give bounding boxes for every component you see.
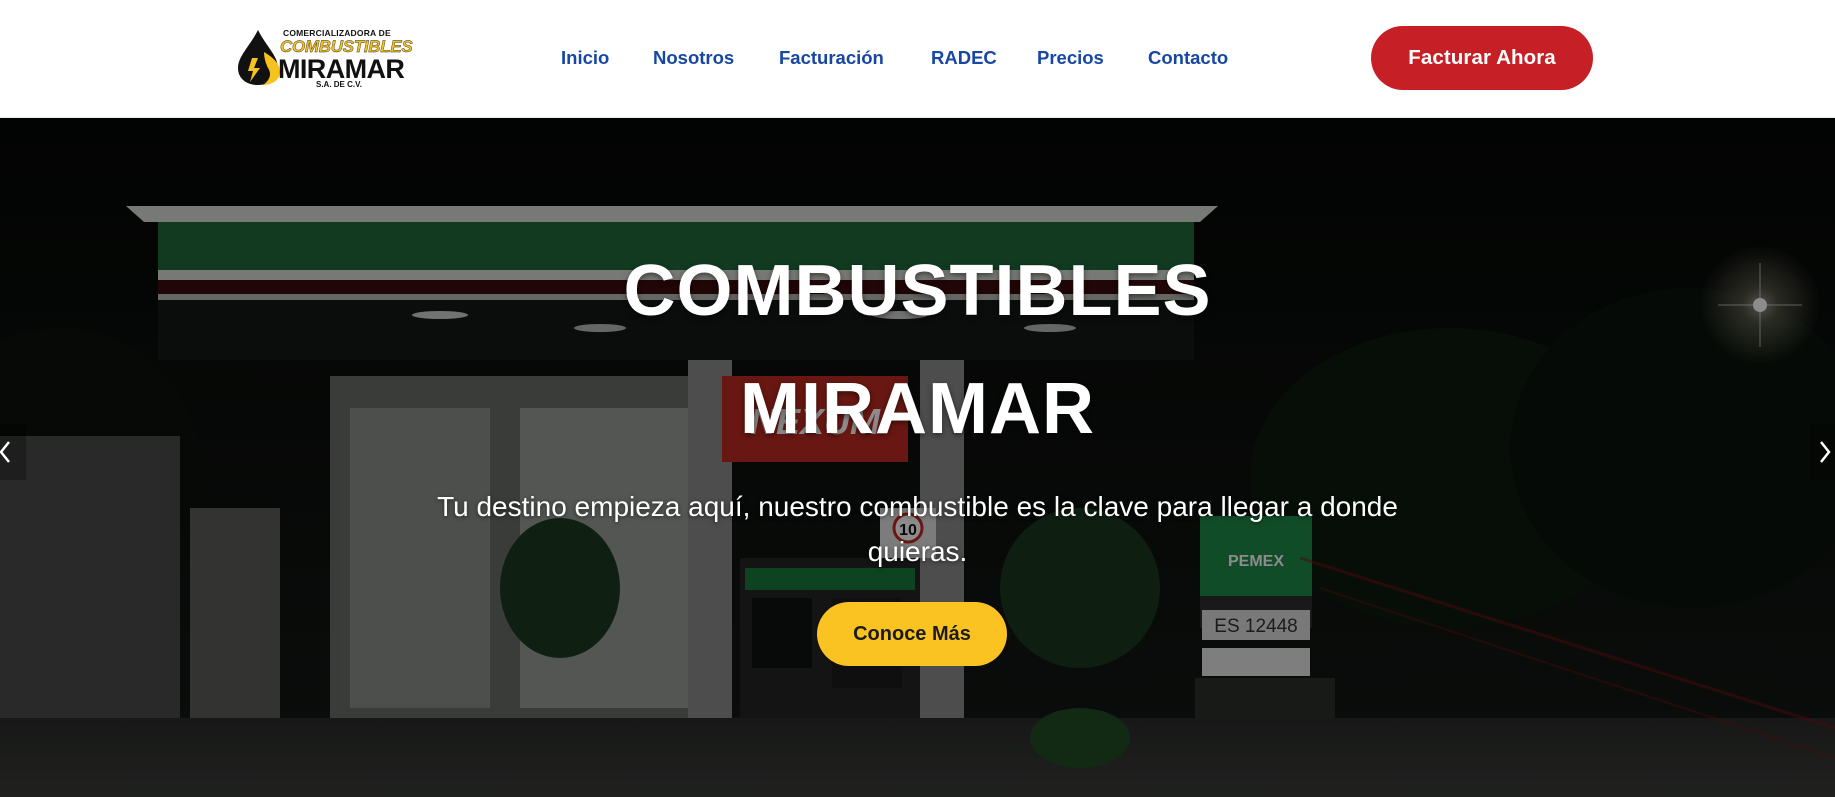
conoce-mas-button[interactable]: Conoce Más [817,602,1007,666]
fuel-drop-icon [238,30,280,85]
facturar-ahora-button[interactable]: Facturar Ahora [1371,26,1593,90]
hero-title-line-2: MIRAMAR [740,369,1095,449]
site-logo[interactable]: COMERCIALIZADORA DE COMBUSTIBLES MIRAMAR… [236,22,416,92]
nav-item-contacto[interactable]: Contacto [1148,44,1228,72]
slider-next-button[interactable] [1809,424,1835,480]
chevron-right-icon [1820,441,1831,463]
logo-sub-line: S.A. DE C.V. [316,80,362,89]
hero-title-line-1: COMBUSTIBLES [623,251,1212,331]
slider-prev-button[interactable] [0,424,26,480]
nav-item-facturacion[interactable]: Facturación [779,44,884,72]
nav-item-nosotros[interactable]: Nosotros [653,44,734,72]
hero-dark-overlay [0,118,1835,797]
hero-subtitle: Tu destino empieza aquí, nuestro combust… [437,491,1398,567]
site-header: COMERCIALIZADORA DE COMBUSTIBLES MIRAMAR… [0,0,1835,118]
nav-item-inicio[interactable]: Inicio [561,44,609,72]
nav-item-radec[interactable]: RADEC [931,44,997,72]
nav-item-precios[interactable]: Precios [1037,44,1104,72]
hero-slider: NEXUM 10 PEMEX ES 12448 COMBUSTIBLES MIR… [0,118,1835,797]
chevron-left-icon [0,441,10,463]
